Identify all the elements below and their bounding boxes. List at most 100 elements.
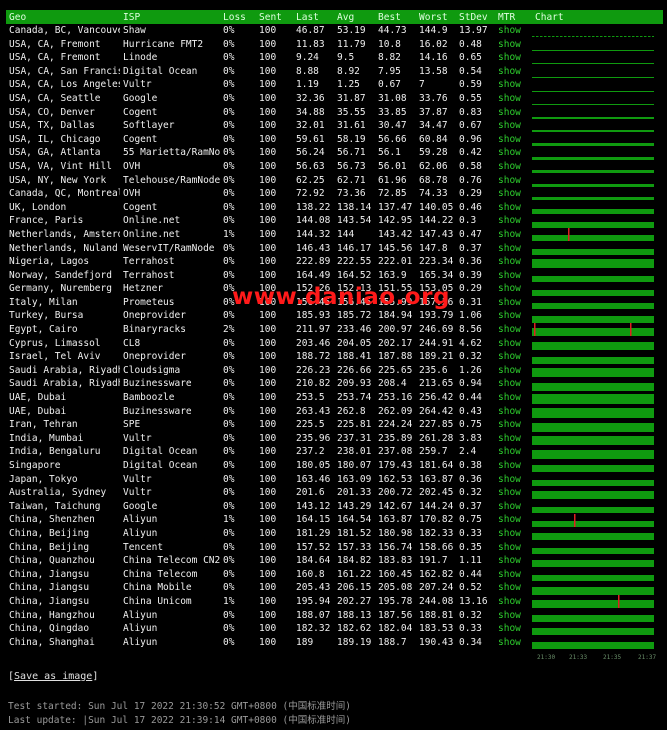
col-avg[interactable]: Avg [334,10,375,24]
row-mtr-link[interactable]: show [495,51,532,65]
row-mtr-link[interactable]: show [495,405,532,419]
row-best: 31.08 [378,92,407,104]
row-isp: Binaryracks [123,324,186,336]
row-mtr-link[interactable]: show [495,581,532,595]
row-stdev: 0.67 [459,120,482,132]
latency-area [532,170,654,174]
row-mtr-link[interactable]: show [495,146,532,160]
row-mtr-link[interactable]: show [495,541,532,555]
row-mtr-link[interactable]: show [495,242,532,256]
row-isp: Aliyun [123,514,158,526]
row-best: 180.98 [378,527,413,539]
row-mtr-link[interactable]: show [495,38,532,52]
save-as-image-link[interactable]: Save as image [14,671,92,682]
row-mtr-link[interactable]: show [495,500,532,514]
row-sent: 100 [259,92,277,104]
col-worst[interactable]: Worst [416,10,456,24]
table-row: Saudi Arabia, Riyadh Buzinessware 0% 100 210… [6,377,663,391]
row-mtr-link[interactable]: show [495,609,532,623]
col-isp[interactable]: ISP [120,10,220,24]
col-stdev[interactable]: StDev [456,10,495,24]
latency-area [532,382,654,391]
row-avg: 31.61 [337,120,366,132]
row-sent: 100 [259,52,277,64]
row-isp: 55 Marietta/RamNode [123,147,220,159]
latency-sparkline [532,341,654,350]
row-best: 262.09 [378,405,413,417]
latency-bar-segment [548,36,551,38]
row-mtr-link[interactable]: show [495,432,532,446]
row-mtr-link[interactable]: show [495,459,532,473]
row-loss: 0% [223,106,235,118]
row-mtr-link[interactable]: show [495,486,532,500]
row-loss: 2% [223,324,235,336]
row-mtr-link[interactable]: show [495,337,532,351]
table-row: China, Qingdao Aliyun 0% 100 182.32 182.62 182… [6,622,663,636]
row-stdev: 0.75 [459,514,482,526]
row-stdev: 0.76 [459,174,482,186]
row-worst: 60.84 [419,133,448,145]
row-mtr-link[interactable]: show [495,24,532,38]
latency-area [532,104,654,106]
row-best: 188.7 [378,636,407,648]
row-stdev: 0.32 [459,487,482,499]
row-mtr-link[interactable]: show [495,350,532,364]
row-mtr-link[interactable]: show [495,106,532,120]
row-loss: 0% [223,351,235,363]
row-mtr-link[interactable]: show [495,174,532,188]
row-mtr-link[interactable]: show [495,269,532,283]
row-isp: Oneprovider [123,351,186,363]
row-mtr-link[interactable]: show [495,568,532,582]
row-sent: 100 [259,541,277,553]
table-header: Geo ISP Loss Sent Last Avg Best Worst St… [6,10,663,24]
row-mtr-link[interactable]: show [495,554,532,568]
row-mtr-link[interactable]: show [495,622,532,636]
row-last: 32.36 [296,92,325,104]
row-mtr-link[interactable]: show [495,445,532,459]
col-loss[interactable]: Loss [220,10,256,24]
row-mtr-link[interactable]: show [495,255,532,269]
latency-sparkline [532,104,654,106]
row-mtr-link[interactable]: show [495,78,532,92]
row-latency-chart [532,51,663,65]
row-mtr-link[interactable]: show [495,65,532,79]
row-mtr-link[interactable]: show [495,418,532,432]
row-worst: 181.64 [419,460,454,471]
row-mtr-link[interactable]: show [495,527,532,541]
row-sent: 100 [259,147,277,159]
row-mtr-link[interactable]: show [495,473,532,487]
row-mtr-link[interactable]: show [495,119,532,133]
row-loss: 0% [223,419,235,431]
row-avg: 204.05 [337,337,372,349]
row-mtr-link[interactable]: show [495,187,532,201]
col-sent[interactable]: Sent [256,10,293,24]
row-geo: Canada, QC, Montreal [9,188,120,200]
row-mtr-link[interactable]: show [495,391,532,405]
row-mtr-link[interactable]: show [495,513,532,527]
row-mtr-link[interactable]: show [495,377,532,391]
row-worst: 33.76 [419,92,448,104]
row-mtr-link[interactable]: show [495,309,532,323]
row-mtr-link[interactable]: show [495,636,532,650]
col-best[interactable]: Best [375,10,416,24]
row-mtr-link[interactable]: show [495,92,532,106]
row-mtr-link[interactable]: show [495,214,532,228]
row-mtr-link[interactable]: show [495,296,532,310]
row-mtr-link[interactable]: show [495,323,532,337]
row-loss: 0% [223,473,235,485]
row-mtr-link[interactable]: show [495,282,532,296]
row-mtr-link[interactable]: show [495,201,532,215]
col-last[interactable]: Last [293,10,334,24]
row-avg: 222.55 [337,256,372,268]
row-mtr-link[interactable]: show [495,133,532,147]
watermark-text: www.daniao.org [232,284,450,310]
col-mtr[interactable]: MTR [495,10,532,24]
row-mtr-link[interactable]: show [495,364,532,378]
col-geo[interactable]: Geo [6,10,120,24]
row-best: 0.67 [378,79,401,91]
axis-tick: 21:35 [603,654,622,661]
row-worst: 68.78 [419,174,448,186]
row-mtr-link[interactable]: show [495,228,532,242]
row-mtr-link[interactable]: show [495,595,532,609]
row-mtr-link[interactable]: show [495,160,532,174]
